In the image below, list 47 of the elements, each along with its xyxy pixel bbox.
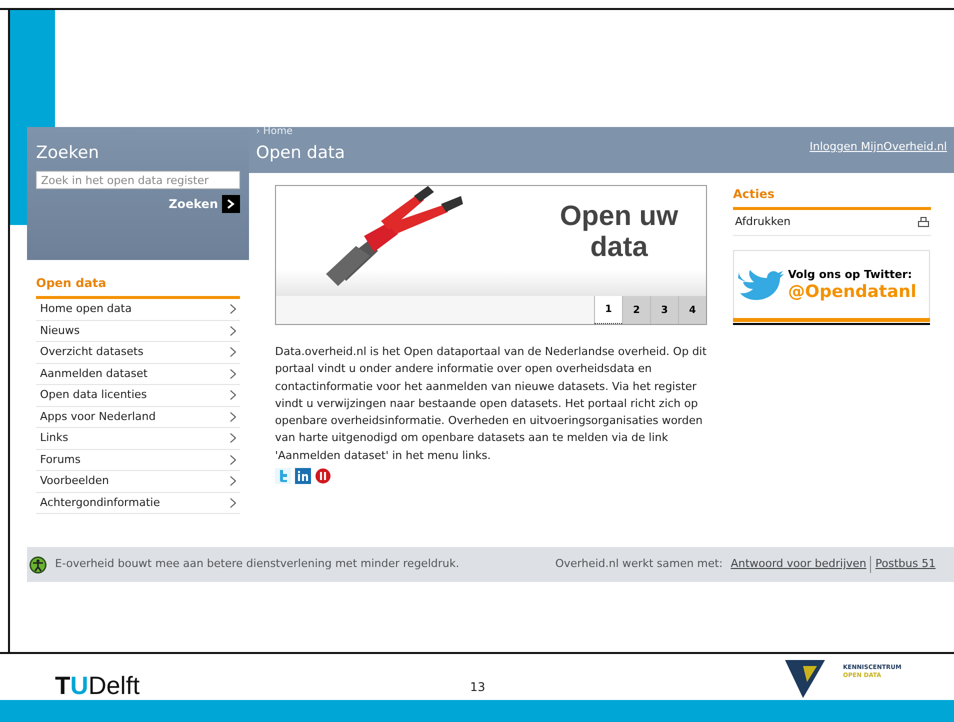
chevron-icon xyxy=(230,390,236,400)
person-logo-icon xyxy=(29,556,47,574)
sidebar-item[interactable]: Home open data xyxy=(36,299,240,320)
university-logo: TUDelft xyxy=(55,671,140,702)
search-title: Zoeken xyxy=(36,143,100,164)
actions-heading: Acties xyxy=(733,185,931,210)
sidebar-item[interactable]: Links xyxy=(36,428,240,450)
sidebar-item[interactable]: Aanmelden dataset xyxy=(36,364,240,385)
sidebar-item[interactable]: Nieuws xyxy=(36,320,240,342)
partner-link[interactable]: Antwoord voor bedrijven xyxy=(730,556,866,573)
sidebar-item[interactable]: Overzicht datasets xyxy=(36,342,240,364)
print-action[interactable]: Afdrukken xyxy=(733,210,931,236)
twitter-handle: @Opendatanl xyxy=(788,283,916,302)
chevron-icon xyxy=(230,498,236,508)
slide-page-tab[interactable]: 1 xyxy=(594,296,622,324)
twitter-caption: Volg ons op Twitter: xyxy=(788,266,913,283)
twitter-share-icon[interactable] xyxy=(275,468,291,484)
chevron-icon xyxy=(230,368,236,379)
page-title: Open data xyxy=(256,143,346,164)
chevron-icon xyxy=(230,304,236,314)
sidebar-item[interactable]: Open data licenties xyxy=(36,385,240,406)
chevron-icon xyxy=(230,454,236,465)
slide-page-tab[interactable]: 3 xyxy=(650,296,678,324)
banner-headline: Open uw data xyxy=(558,200,680,264)
slide-page-tab[interactable]: 4 xyxy=(678,296,706,324)
chevron-icon xyxy=(230,433,236,444)
partners-label: Overheid.nl werkt samen met: xyxy=(555,556,723,572)
sidebar-item[interactable]: Forums xyxy=(36,450,240,471)
sidebar-item[interactable]: Apps voor Nederland xyxy=(36,406,240,428)
sidebar-item[interactable]: Achtergondinformatie xyxy=(36,492,240,514)
search-field[interactable]: Zoek in het open data register xyxy=(36,171,240,190)
intro-paragraph: Data.overheid.nl is het Open dataportaal van de Nederlandse overheid. Op dit portaal vindt u onder andere informatie over open overheidsdata en contactinformatie voor het aanmelden van nieuwe datasets. Via het register vindt u verwijzingen naar bestaande open datasets. Het portaal richt zich op openbare overheidsinformatie. Overheden en uitvoeringsorganisaties worden van harte uitgenodigd om openbare datasets aan te melden via de link 'Aanmelden dataset' in het menu links. xyxy=(275,344,707,464)
search-button[interactable]: Zoeken xyxy=(168,195,240,214)
slide-page-tab[interactable]: 2 xyxy=(622,296,650,324)
chevron-icon xyxy=(230,412,236,422)
footer-slogan: E-overheid bouwt mee aan betere dienstverlening met minder regeldruk. xyxy=(55,556,460,572)
twitter-banner[interactable]: Volg ons op Twitter: @Opendatanl xyxy=(733,250,930,318)
printer-icon xyxy=(918,216,929,228)
sidebar-item[interactable]: Voorbeelden xyxy=(36,471,240,492)
chevron-icon xyxy=(230,476,236,486)
page-number: 13 xyxy=(470,679,486,696)
chevron-icon xyxy=(230,326,236,336)
sidebar-heading: Open data xyxy=(36,274,240,299)
chevron-icon xyxy=(230,347,236,358)
partner-link[interactable]: Postbus 51 xyxy=(870,556,936,573)
linkedin-share-icon[interactable] xyxy=(295,468,311,484)
chevron-icon xyxy=(222,195,240,214)
